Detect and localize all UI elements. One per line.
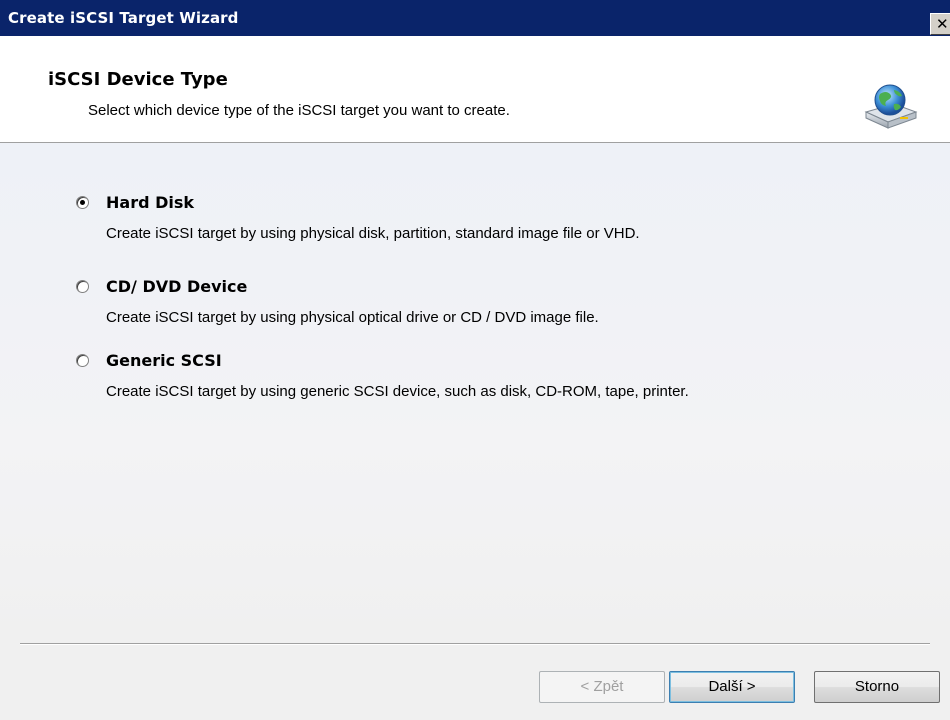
window-title: Create iSCSI Target Wizard	[8, 9, 239, 27]
option-description: Create iSCSI target by using physical di…	[106, 225, 640, 242]
option-description: Create iSCSI target by using physical op…	[106, 309, 599, 326]
page-subtitle: Select which device type of the iSCSI ta…	[88, 102, 510, 119]
cancel-button[interactable]: Storno	[814, 671, 940, 703]
option-label: CD/ DVD Device	[106, 277, 248, 296]
option-label: Generic SCSI	[106, 351, 222, 370]
title-bar: Create iSCSI Target Wizard ✕	[0, 0, 950, 36]
option-label: Hard Disk	[106, 193, 195, 212]
option-description: Create iSCSI target by using generic SCS…	[106, 383, 689, 400]
radio-cd-dvd[interactable]	[76, 280, 89, 293]
back-button[interactable]: < Zpět	[539, 671, 665, 703]
wizard-footer: < Zpět Další > Storno	[0, 645, 950, 720]
close-button[interactable]: ✕	[930, 13, 950, 35]
wizard-window: Create iSCSI Target Wizard ✕ iSCSI Devic…	[0, 0, 950, 720]
radio-hard-disk[interactable]	[76, 196, 89, 209]
radio-generic-scsi[interactable]	[76, 354, 89, 367]
next-button[interactable]: Další >	[669, 671, 795, 703]
wizard-header: iSCSI Device Type Select which device ty…	[0, 36, 950, 143]
page-title: iSCSI Device Type	[48, 69, 228, 90]
globe-disk-icon	[864, 84, 918, 129]
wizard-content: Hard Disk Create iSCSI target by using p…	[0, 143, 950, 643]
close-icon: ✕	[936, 15, 949, 33]
